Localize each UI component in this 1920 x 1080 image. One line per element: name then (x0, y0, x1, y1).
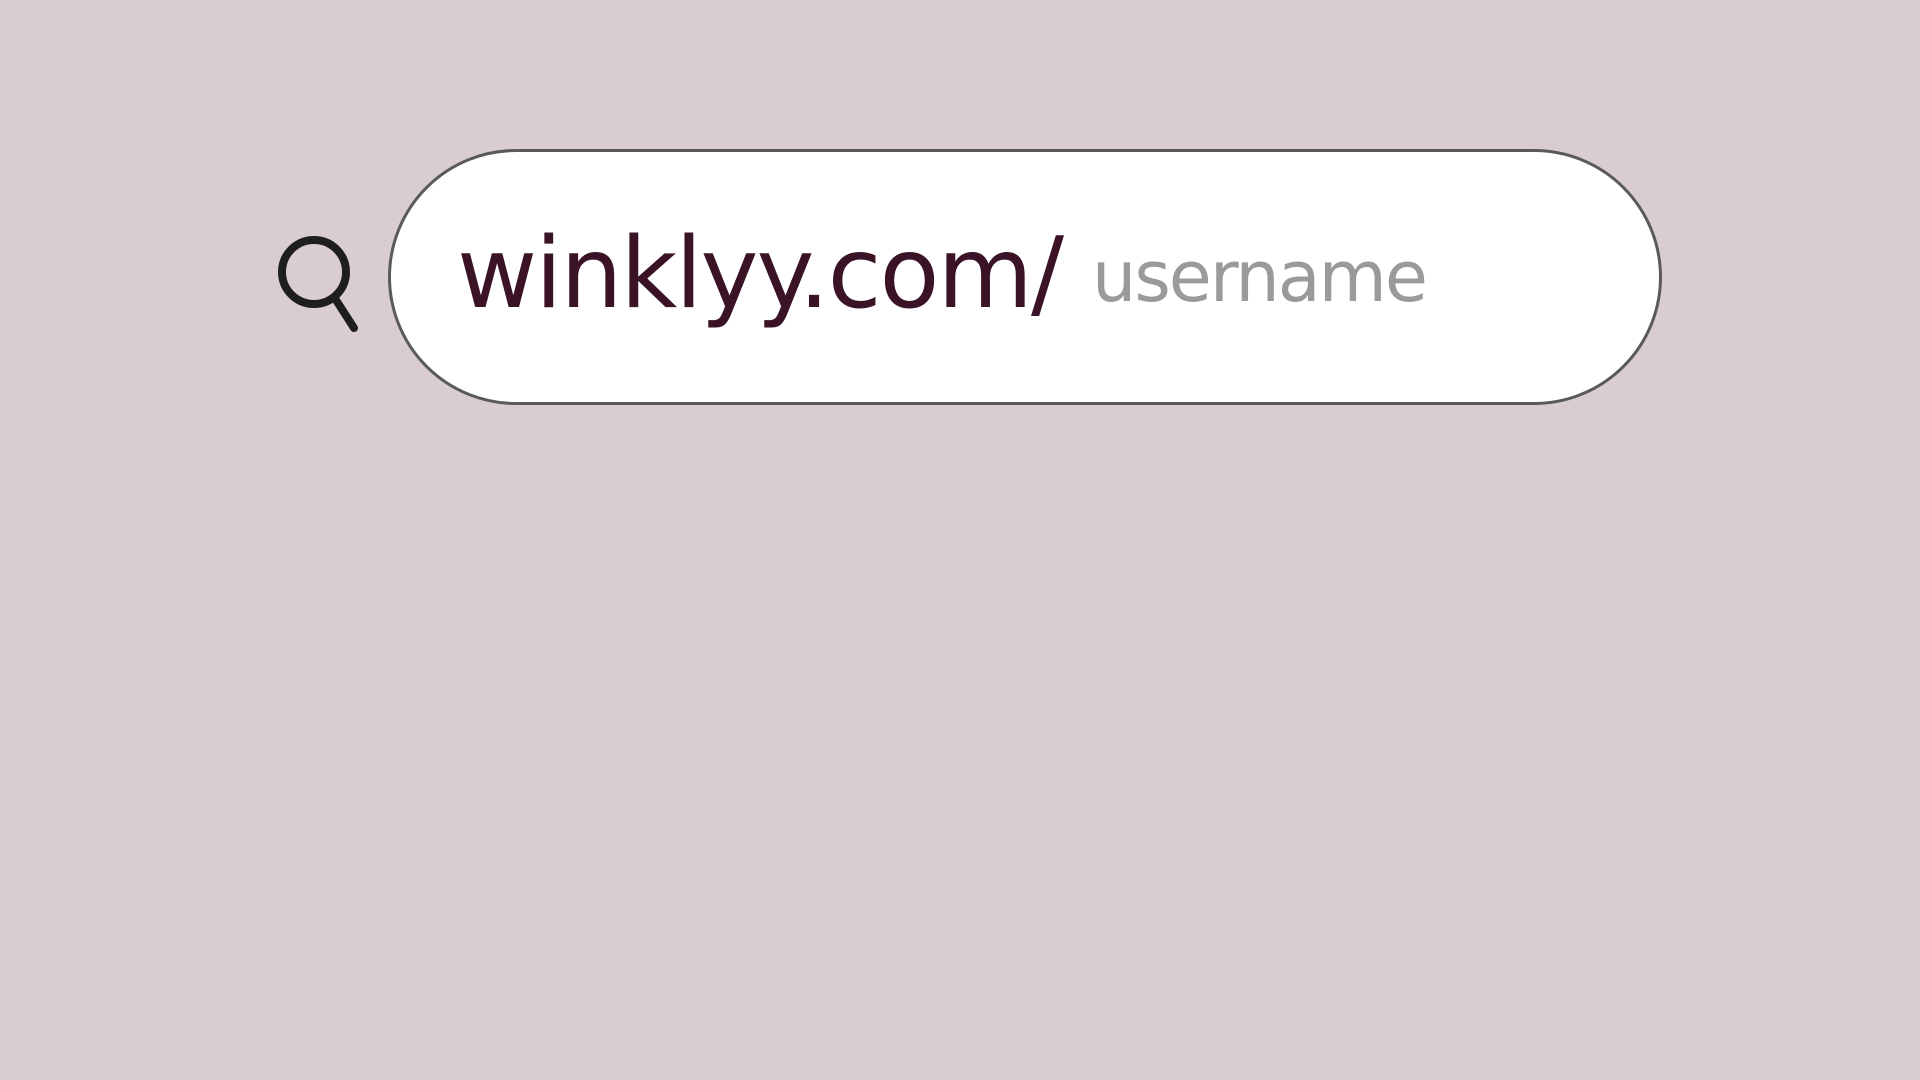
search-icon (278, 236, 358, 332)
url-bar[interactable]: winklyy.com/ (388, 149, 1662, 405)
page-background: winklyy.com/ (0, 0, 1920, 1080)
url-prefix: winklyy.com/ (457, 217, 1064, 331)
username-input[interactable] (1091, 236, 1512, 318)
